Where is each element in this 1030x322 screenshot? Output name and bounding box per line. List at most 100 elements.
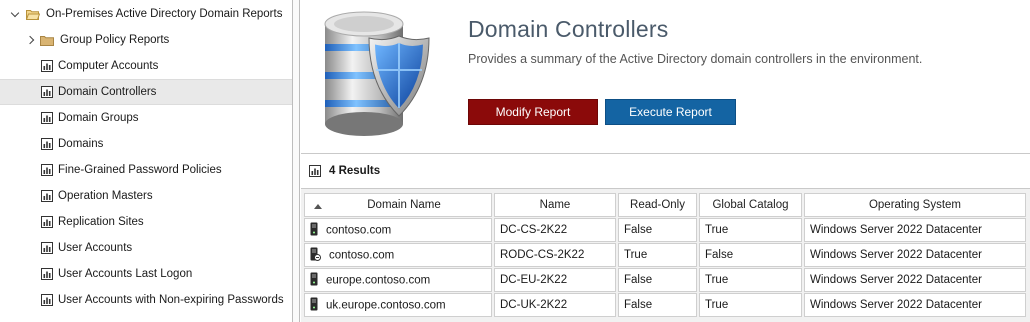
- chevron-down-icon[interactable]: [11, 9, 21, 19]
- cell-text: uk.europe.contoso.com: [326, 299, 446, 312]
- server-icon: [310, 222, 318, 239]
- cell-text: contoso.com: [329, 249, 395, 262]
- cell-name[interactable]: DC-EU-2K22: [494, 268, 616, 292]
- tree-item-domain-groups[interactable]: Domain Groups: [0, 105, 292, 131]
- cell-text: False: [624, 274, 653, 286]
- tree-item-label: Domain Groups: [58, 112, 139, 124]
- table-row[interactable]: uk.europe.contoso.com DC-UK-2K22 False True…: [304, 293, 1026, 317]
- chevron-right-icon[interactable]: [27, 35, 37, 45]
- report-tree: On-Premises Active Directory Domain Repo…: [0, 0, 292, 322]
- tree-item-label: Operation Masters: [58, 190, 153, 202]
- cell-text: DC-CS-2K22: [500, 224, 568, 236]
- report-icon: [41, 112, 53, 124]
- tree-item-user-accounts-last-logon[interactable]: User Accounts Last Logon: [0, 261, 292, 287]
- cell-read-only[interactable]: False: [618, 293, 697, 317]
- tree-item-computer-accounts[interactable]: Computer Accounts: [0, 53, 292, 79]
- tree-item-domains[interactable]: Domains: [0, 131, 292, 157]
- cell-text: DC-UK-2K22: [500, 299, 568, 311]
- tree-item-label: User Accounts with Non-expiring Password…: [58, 294, 284, 306]
- cell-text: False: [624, 299, 653, 311]
- server-icon: [310, 297, 318, 314]
- sort-ascending-icon: [314, 204, 322, 209]
- server-icon: [310, 272, 318, 289]
- cell-text: Windows Server 2022 Datacenter: [810, 274, 982, 286]
- cell-read-only[interactable]: False: [618, 218, 697, 242]
- report-icon: [309, 165, 321, 177]
- cell-text: DC-EU-2K22: [500, 274, 568, 286]
- tree-root-label: On-Premises Active Directory Domain Repo…: [46, 8, 283, 20]
- table-header-row: Domain Name Name Read-Only Global Catalo…: [304, 193, 1026, 217]
- results-bar: 4 Results: [301, 153, 1030, 189]
- tree-item-fine-grained-password-policies[interactable]: Fine-Grained Password Policies: [0, 157, 292, 183]
- execute-report-button[interactable]: Execute Report: [605, 99, 736, 125]
- modify-report-button[interactable]: Modify Report: [468, 99, 598, 125]
- cell-domain-name[interactable]: uk.europe.contoso.com: [304, 293, 492, 317]
- cell-text: Windows Server 2022 Datacenter: [810, 224, 982, 236]
- cell-text: True: [705, 224, 729, 236]
- cell-domain-name[interactable]: contoso.com: [304, 218, 492, 242]
- cell-domain-name[interactable]: europe.contoso.com: [304, 268, 492, 292]
- cell-global-catalog[interactable]: True: [699, 218, 802, 242]
- cell-read-only[interactable]: False: [618, 268, 697, 292]
- column-header-global-catalog[interactable]: Global Catalog: [699, 193, 802, 217]
- cell-text: True: [705, 274, 729, 286]
- cell-name[interactable]: DC-CS-2K22: [494, 218, 616, 242]
- table-row[interactable]: contoso.com DC-CS-2K22 False True Windows Se…: [304, 218, 1026, 242]
- report-icon: [41, 190, 53, 202]
- cell-text: RODC-CS-2K22: [500, 249, 585, 261]
- folder-icon: [40, 35, 54, 46]
- cell-name[interactable]: RODC-CS-2K22: [494, 243, 616, 267]
- cell-read-only[interactable]: True: [618, 243, 697, 267]
- tree-item-domain-controllers[interactable]: Domain Controllers: [0, 79, 292, 105]
- page-description: Provides a summary of the Active Directo…: [468, 52, 923, 66]
- cell-text: contoso.com: [326, 224, 392, 237]
- tree-item-label: Domain Controllers: [58, 86, 157, 98]
- cell-name[interactable]: DC-UK-2K22: [494, 293, 616, 317]
- column-header-operating-system[interactable]: Operating System: [804, 193, 1026, 217]
- tree-item-replication-sites[interactable]: Replication Sites: [0, 209, 292, 235]
- tree-item-label: Computer Accounts: [58, 60, 159, 72]
- cell-text: True: [624, 249, 648, 261]
- report-icon: [41, 242, 53, 254]
- tree-item-label: User Accounts: [58, 242, 133, 254]
- cell-global-catalog[interactable]: True: [699, 268, 802, 292]
- cell-text: europe.contoso.com: [326, 274, 431, 287]
- report-icon: [41, 216, 53, 228]
- cell-operating-system[interactable]: Windows Server 2022 Datacenter: [804, 268, 1026, 292]
- column-header-read-only[interactable]: Read-Only: [618, 193, 697, 217]
- cell-global-catalog[interactable]: False: [699, 243, 802, 267]
- cell-text: Windows Server 2022 Datacenter: [810, 249, 982, 261]
- results-count: 4 Results: [329, 165, 381, 177]
- tree-item-label: Replication Sites: [58, 216, 144, 228]
- column-header-label: Domain Name: [367, 199, 441, 211]
- cell-text: True: [705, 299, 729, 311]
- tree-item-operation-masters[interactable]: Operation Masters: [0, 183, 292, 209]
- cell-global-catalog[interactable]: True: [699, 293, 802, 317]
- report-icon: [41, 268, 53, 280]
- report-icon: [41, 164, 53, 176]
- column-header-domain-name[interactable]: Domain Name: [304, 193, 492, 217]
- page-title: Domain Controllers: [468, 16, 669, 42]
- cell-operating-system[interactable]: Windows Server 2022 Datacenter: [804, 243, 1026, 267]
- report-icon: [41, 294, 53, 306]
- tree-item-user-accounts-with-non-expiring-passwords[interactable]: User Accounts with Non-expiring Password…: [0, 287, 292, 313]
- cell-domain-name[interactable]: contoso.com: [304, 243, 492, 267]
- results-table: Domain Name Name Read-Only Global Catalo…: [302, 192, 1028, 318]
- pane-splitter[interactable]: [292, 0, 300, 322]
- tree-item-label: User Accounts Last Logon: [58, 268, 193, 280]
- table-row[interactable]: europe.contoso.com DC-EU-2K22 False True Win…: [304, 268, 1026, 292]
- table-row[interactable]: contoso.com RODC-CS-2K22 True False Windows …: [304, 243, 1026, 267]
- report-icon: [41, 138, 53, 150]
- column-header-name[interactable]: Name: [494, 193, 616, 217]
- rodc-server-icon: [310, 247, 321, 264]
- tree-item-user-accounts[interactable]: User Accounts: [0, 235, 292, 261]
- tree-node-group-policy-reports[interactable]: Group Policy Reports: [0, 27, 292, 53]
- results-grid: Domain Name Name Read-Only Global Catalo…: [301, 189, 1030, 322]
- tree-node-root[interactable]: On-Premises Active Directory Domain Repo…: [0, 1, 292, 27]
- report-icon: [41, 60, 53, 72]
- report-header: Domain Controllers Provides a summary of…: [301, 0, 1030, 152]
- tree-item-label: Fine-Grained Password Policies: [58, 164, 222, 176]
- cell-text: Windows Server 2022 Datacenter: [810, 299, 982, 311]
- cell-operating-system[interactable]: Windows Server 2022 Datacenter: [804, 293, 1026, 317]
- cell-operating-system[interactable]: Windows Server 2022 Datacenter: [804, 218, 1026, 242]
